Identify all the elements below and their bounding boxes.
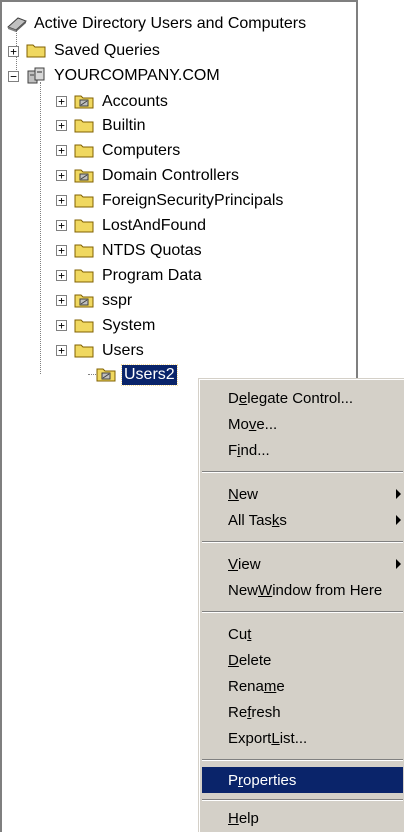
menu-separator xyxy=(202,759,403,761)
menu-separator xyxy=(202,611,403,613)
domain-icon xyxy=(26,67,46,85)
tree-item-users[interactable]: Users xyxy=(74,339,146,363)
menu-item-find[interactable]: Fi nd... xyxy=(202,437,403,463)
folder-icon xyxy=(74,192,94,210)
menu-item-new-window-from-here[interactable]: New Window from Here xyxy=(202,577,403,603)
menu-item-help[interactable]: Help xyxy=(202,805,403,831)
menu-item-cut[interactable]: Cu t xyxy=(202,621,403,647)
folder-icon xyxy=(74,267,94,285)
menu-item-refresh[interactable]: Re f resh xyxy=(202,699,403,725)
menu-item-move[interactable]: Mo v e... xyxy=(202,411,403,437)
tree-item-users2[interactable]: Users2 xyxy=(96,363,178,387)
menu-item-delete[interactable]: Delete xyxy=(202,647,403,673)
tree-item-ntds-quotas[interactable]: NTDS Quotas xyxy=(74,239,204,263)
tree-item-foreign-security-principals[interactable]: ForeignSecurityPrincipals xyxy=(74,189,285,213)
tree-item-program-data[interactable]: Program Data xyxy=(74,264,204,288)
expand-plus-icon[interactable]: + xyxy=(56,120,67,131)
expand-plus-icon[interactable]: + xyxy=(8,46,19,57)
expand-plus-icon[interactable]: + xyxy=(56,170,67,181)
menu-item-export-list[interactable]: Export List... xyxy=(202,725,403,751)
directory-book-icon xyxy=(6,15,27,33)
menu-separator xyxy=(202,471,403,473)
expand-plus-icon[interactable]: + xyxy=(56,195,67,206)
ou-icon xyxy=(74,93,94,111)
submenu-arrow-icon xyxy=(396,515,401,525)
ou-icon xyxy=(96,366,116,384)
expand-plus-icon[interactable]: + xyxy=(56,270,67,281)
tree-item-saved-queries[interactable]: Saved Queries xyxy=(26,39,162,63)
menu-item-delegate-control[interactable]: De legate Control... xyxy=(202,385,403,411)
expand-plus-icon[interactable]: + xyxy=(56,295,67,306)
folder-icon xyxy=(74,317,94,335)
menu-item-new[interactable]: New xyxy=(202,481,403,507)
expand-plus-icon[interactable]: + xyxy=(56,345,67,356)
tree-root-label: Active Directory Users and Computers xyxy=(34,15,307,32)
tree-item-computers[interactable]: Computers xyxy=(74,139,182,163)
tree-item-domain-controllers[interactable]: Domain Controllers xyxy=(74,164,241,188)
menu-separator xyxy=(202,541,403,543)
expand-plus-icon[interactable]: + xyxy=(56,220,67,231)
expand-plus-icon[interactable]: + xyxy=(56,320,67,331)
tree-item-builtin[interactable]: Builtin xyxy=(74,114,148,138)
folder-icon xyxy=(74,342,94,360)
menu-item-view[interactable]: View xyxy=(202,551,403,577)
expand-plus-icon[interactable]: + xyxy=(56,96,67,107)
menu-item-rename[interactable]: Rena m e xyxy=(202,673,403,699)
ou-icon xyxy=(74,167,94,185)
menu-item-properties[interactable]: Pr operties xyxy=(202,767,403,793)
selected-tree-label: Users2 xyxy=(121,364,178,386)
submenu-arrow-icon xyxy=(396,489,401,499)
ou-icon xyxy=(74,292,94,310)
tree-item-lost-and-found[interactable]: LostAndFound xyxy=(74,214,208,238)
tree-connector xyxy=(88,374,96,375)
folder-icon xyxy=(74,242,94,260)
tree-root[interactable]: Active Directory Users and Computers xyxy=(6,12,308,36)
menu-item-all-tasks[interactable]: All Tas k s xyxy=(202,507,403,533)
context-menu: De legate Control... Mo v e... Fi nd... New … xyxy=(198,378,404,832)
folder-icon xyxy=(74,217,94,235)
folder-icon xyxy=(74,117,94,135)
expand-plus-icon[interactable]: + xyxy=(56,145,67,156)
tree-item-sspr[interactable]: sspr xyxy=(74,289,134,313)
tree-item-accounts[interactable]: Accounts xyxy=(74,90,170,114)
folder-icon xyxy=(74,142,94,160)
menu-separator xyxy=(202,799,403,801)
tree-item-system[interactable]: System xyxy=(74,314,157,338)
collapse-minus-icon[interactable]: − xyxy=(8,71,19,82)
tree-item-domain[interactable]: YOURCOMPANY.COM xyxy=(26,64,222,88)
tree-connector xyxy=(40,82,41,374)
folder-icon xyxy=(26,42,46,60)
submenu-arrow-icon xyxy=(396,559,401,569)
expand-plus-icon[interactable]: + xyxy=(56,245,67,256)
